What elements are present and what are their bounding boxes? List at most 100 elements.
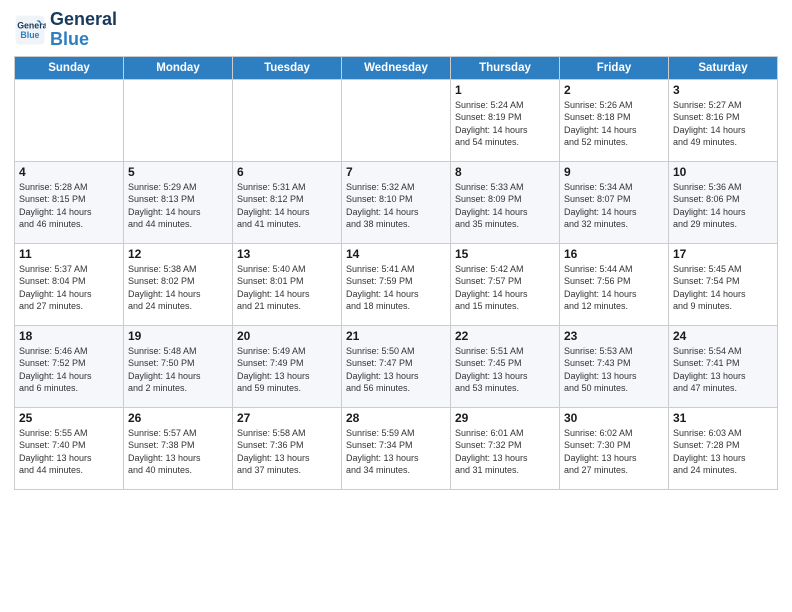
day-detail: Sunrise: 5:53 AM Sunset: 7:43 PM Dayligh… <box>564 345 664 395</box>
calendar-cell: 21 Sunrise: 5:50 AM Sunset: 7:47 PM Dayli… <box>342 325 451 407</box>
day-number: 5 <box>128 165 228 179</box>
svg-text:General: General <box>17 20 46 30</box>
day-number: 14 <box>346 247 446 261</box>
day-detail: Sunrise: 5:28 AM Sunset: 8:15 PM Dayligh… <box>19 181 119 231</box>
day-detail: Sunrise: 5:57 AM Sunset: 7:38 PM Dayligh… <box>128 427 228 477</box>
calendar-week-1: 1 Sunrise: 5:24 AM Sunset: 8:19 PM Daylig… <box>15 79 778 161</box>
calendar-cell: 14 Sunrise: 5:41 AM Sunset: 7:59 PM Dayli… <box>342 243 451 325</box>
calendar-week-5: 25Sunrise: 5:55 AM Sunset: 7:40 PM Dayli… <box>15 407 778 489</box>
day-number: 31 <box>673 411 773 425</box>
day-number: 12 <box>128 247 228 261</box>
calendar-cell: 23Sunrise: 5:53 AM Sunset: 7:43 PM Dayli… <box>560 325 669 407</box>
day-detail: Sunrise: 5:32 AM Sunset: 8:10 PM Dayligh… <box>346 181 446 231</box>
day-detail: Sunrise: 5:54 AM Sunset: 7:41 PM Dayligh… <box>673 345 773 395</box>
day-detail: Sunrise: 5:42 AM Sunset: 7:57 PM Dayligh… <box>455 263 555 313</box>
calendar-cell: 2Sunrise: 5:26 AM Sunset: 8:18 PM Daylig… <box>560 79 669 161</box>
calendar-cell: 30Sunrise: 6:02 AM Sunset: 7:30 PM Dayli… <box>560 407 669 489</box>
day-number: 7 <box>346 165 446 179</box>
calendar-cell <box>124 79 233 161</box>
day-detail: Sunrise: 5:49 AM Sunset: 7:49 PM Dayligh… <box>237 345 337 395</box>
day-number: 6 <box>237 165 337 179</box>
calendar-cell: 6 Sunrise: 5:31 AM Sunset: 8:12 PM Daylig… <box>233 161 342 243</box>
calendar-cell: 24 Sunrise: 5:54 AM Sunset: 7:41 PM Dayli… <box>669 325 778 407</box>
day-number: 22 <box>455 329 555 343</box>
day-number: 3 <box>673 83 773 97</box>
main-container: General Blue General Blue SundayMondayTu… <box>0 0 792 496</box>
weekday-header-sunday: Sunday <box>15 56 124 79</box>
calendar-cell <box>233 79 342 161</box>
day-number: 13 <box>237 247 337 261</box>
day-number: 19 <box>128 329 228 343</box>
calendar-week-4: 18Sunrise: 5:46 AM Sunset: 7:52 PM Dayli… <box>15 325 778 407</box>
calendar-cell: 11 Sunrise: 5:37 AM Sunset: 8:04 PM Dayli… <box>15 243 124 325</box>
day-number: 11 <box>19 247 119 261</box>
calendar-cell: 12Sunrise: 5:38 AM Sunset: 8:02 PM Dayli… <box>124 243 233 325</box>
calendar-cell: 28Sunrise: 5:59 AM Sunset: 7:34 PM Dayli… <box>342 407 451 489</box>
day-detail: Sunrise: 5:45 AM Sunset: 7:54 PM Dayligh… <box>673 263 773 313</box>
calendar-cell: 25Sunrise: 5:55 AM Sunset: 7:40 PM Dayli… <box>15 407 124 489</box>
day-detail: Sunrise: 5:48 AM Sunset: 7:50 PM Dayligh… <box>128 345 228 395</box>
day-detail: Sunrise: 5:24 AM Sunset: 8:19 PM Dayligh… <box>455 99 555 149</box>
calendar-week-3: 11 Sunrise: 5:37 AM Sunset: 8:04 PM Dayli… <box>15 243 778 325</box>
day-detail: Sunrise: 5:31 AM Sunset: 8:12 PM Dayligh… <box>237 181 337 231</box>
calendar-cell: 18Sunrise: 5:46 AM Sunset: 7:52 PM Dayli… <box>15 325 124 407</box>
day-number: 29 <box>455 411 555 425</box>
day-number: 10 <box>673 165 773 179</box>
calendar-cell: 22 Sunrise: 5:51 AM Sunset: 7:45 PM Dayli… <box>451 325 560 407</box>
logo-icon: General Blue <box>14 14 46 46</box>
day-number: 1 <box>455 83 555 97</box>
day-detail: Sunrise: 5:27 AM Sunset: 8:16 PM Dayligh… <box>673 99 773 149</box>
calendar-cell <box>342 79 451 161</box>
day-number: 9 <box>564 165 664 179</box>
day-number: 17 <box>673 247 773 261</box>
day-number: 21 <box>346 329 446 343</box>
logo-text: General Blue <box>50 10 117 50</box>
calendar-cell <box>15 79 124 161</box>
day-number: 2 <box>564 83 664 97</box>
day-detail: Sunrise: 5:40 AM Sunset: 8:01 PM Dayligh… <box>237 263 337 313</box>
calendar-cell: 10 Sunrise: 5:36 AM Sunset: 8:06 PM Dayli… <box>669 161 778 243</box>
day-detail: Sunrise: 6:03 AM Sunset: 7:28 PM Dayligh… <box>673 427 773 477</box>
day-detail: Sunrise: 5:36 AM Sunset: 8:06 PM Dayligh… <box>673 181 773 231</box>
day-detail: Sunrise: 5:33 AM Sunset: 8:09 PM Dayligh… <box>455 181 555 231</box>
day-detail: Sunrise: 5:59 AM Sunset: 7:34 PM Dayligh… <box>346 427 446 477</box>
day-number: 25 <box>19 411 119 425</box>
day-detail: Sunrise: 5:46 AM Sunset: 7:52 PM Dayligh… <box>19 345 119 395</box>
calendar-cell: 4 Sunrise: 5:28 AM Sunset: 8:15 PM Daylig… <box>15 161 124 243</box>
calendar-cell: 8 Sunrise: 5:33 AM Sunset: 8:09 PM Daylig… <box>451 161 560 243</box>
day-detail: Sunrise: 5:34 AM Sunset: 8:07 PM Dayligh… <box>564 181 664 231</box>
calendar-cell: 27Sunrise: 5:58 AM Sunset: 7:36 PM Dayli… <box>233 407 342 489</box>
calendar-cell: 3 Sunrise: 5:27 AM Sunset: 8:16 PM Daylig… <box>669 79 778 161</box>
day-detail: Sunrise: 5:44 AM Sunset: 7:56 PM Dayligh… <box>564 263 664 313</box>
calendar-cell: 17 Sunrise: 5:45 AM Sunset: 7:54 PM Dayli… <box>669 243 778 325</box>
day-number: 16 <box>564 247 664 261</box>
day-number: 8 <box>455 165 555 179</box>
svg-text:Blue: Blue <box>20 30 39 40</box>
calendar-cell: 13 Sunrise: 5:40 AM Sunset: 8:01 PM Dayli… <box>233 243 342 325</box>
weekday-header-monday: Monday <box>124 56 233 79</box>
day-number: 26 <box>128 411 228 425</box>
day-number: 15 <box>455 247 555 261</box>
day-number: 24 <box>673 329 773 343</box>
calendar-cell: 9 Sunrise: 5:34 AM Sunset: 8:07 PM Daylig… <box>560 161 669 243</box>
calendar-cell: 19 Sunrise: 5:48 AM Sunset: 7:50 PM Dayli… <box>124 325 233 407</box>
calendar-week-2: 4 Sunrise: 5:28 AM Sunset: 8:15 PM Daylig… <box>15 161 778 243</box>
calendar-cell: 1 Sunrise: 5:24 AM Sunset: 8:19 PM Daylig… <box>451 79 560 161</box>
day-detail: Sunrise: 5:51 AM Sunset: 7:45 PM Dayligh… <box>455 345 555 395</box>
weekday-header-saturday: Saturday <box>669 56 778 79</box>
calendar-cell: 29Sunrise: 6:01 AM Sunset: 7:32 PM Dayli… <box>451 407 560 489</box>
day-detail: Sunrise: 5:29 AM Sunset: 8:13 PM Dayligh… <box>128 181 228 231</box>
day-detail: Sunrise: 5:37 AM Sunset: 8:04 PM Dayligh… <box>19 263 119 313</box>
weekday-header-wednesday: Wednesday <box>342 56 451 79</box>
calendar-cell: 16 Sunrise: 5:44 AM Sunset: 7:56 PM Dayli… <box>560 243 669 325</box>
calendar-cell: 20 Sunrise: 5:49 AM Sunset: 7:49 PM Dayli… <box>233 325 342 407</box>
day-detail: Sunrise: 5:50 AM Sunset: 7:47 PM Dayligh… <box>346 345 446 395</box>
calendar-cell: 5 Sunrise: 5:29 AM Sunset: 8:13 PM Daylig… <box>124 161 233 243</box>
day-detail: Sunrise: 6:02 AM Sunset: 7:30 PM Dayligh… <box>564 427 664 477</box>
day-number: 4 <box>19 165 119 179</box>
calendar-cell: 7 Sunrise: 5:32 AM Sunset: 8:10 PM Daylig… <box>342 161 451 243</box>
weekday-header-row: SundayMondayTuesdayWednesdayThursdayFrid… <box>15 56 778 79</box>
header: General Blue General Blue <box>14 10 778 50</box>
day-detail: Sunrise: 5:41 AM Sunset: 7:59 PM Dayligh… <box>346 263 446 313</box>
day-number: 20 <box>237 329 337 343</box>
